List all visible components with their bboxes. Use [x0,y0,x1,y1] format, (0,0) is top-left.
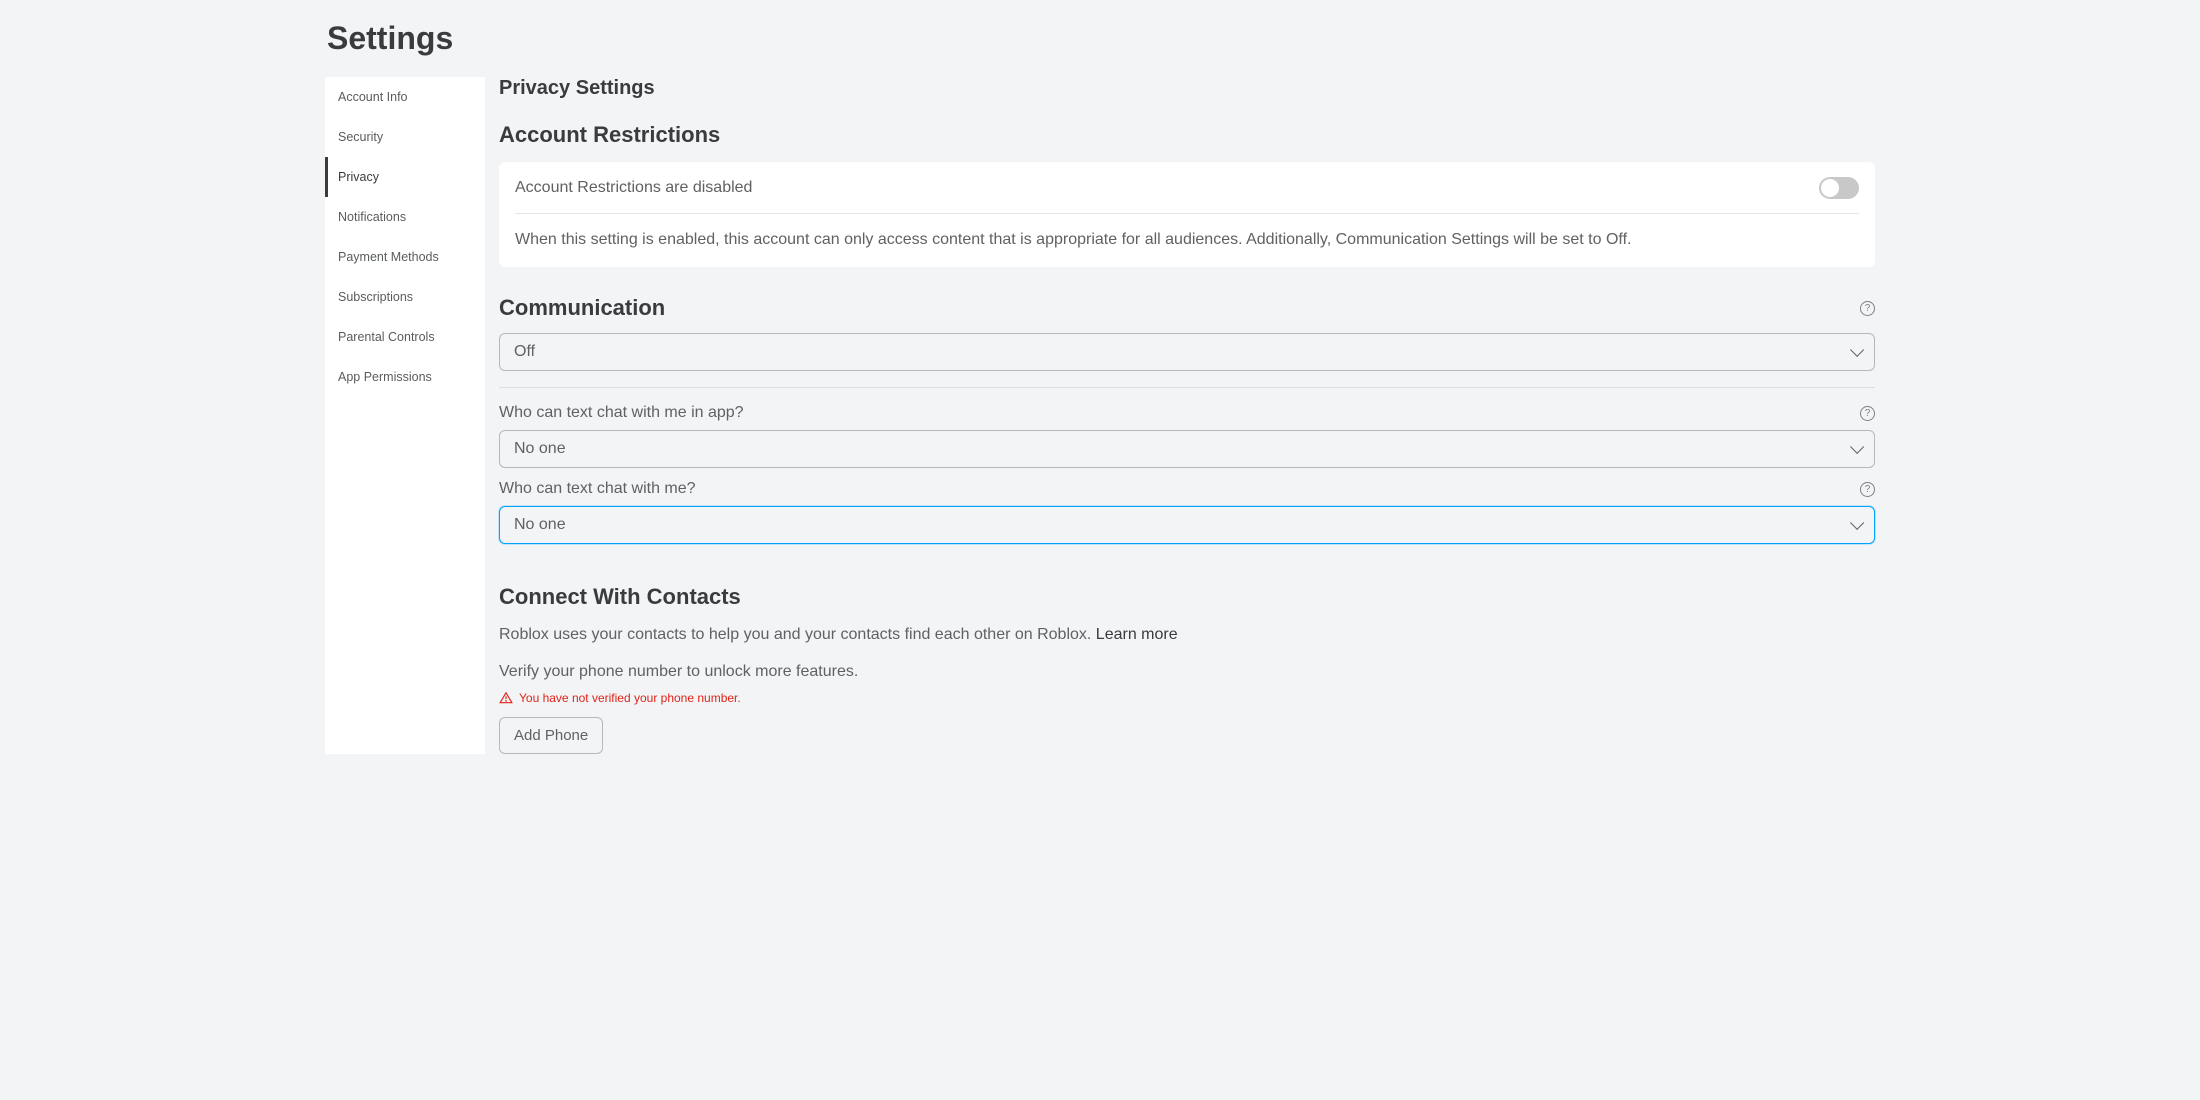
communication-select-value: Off [514,343,535,361]
q1-select[interactable]: No one [499,430,1875,468]
communication-title: Communication [499,295,665,321]
help-icon[interactable]: ? [1860,406,1875,421]
divider [499,387,1875,388]
restrictions-toggle[interactable] [1819,177,1859,199]
sidebar-item-app-permissions[interactable]: App Permissions [325,357,485,397]
sidebar-item-account-info[interactable]: Account Info [325,77,485,117]
sidebar-item-parental-controls[interactable]: Parental Controls [325,317,485,357]
sidebar-item-privacy[interactable]: Privacy [325,157,485,197]
restrictions-description: When this setting is enabled, this accou… [515,214,1859,267]
q2-select[interactable]: No one [499,506,1875,544]
account-restrictions-title: Account Restrictions [499,122,1875,148]
verify-text: Verify your phone number to unlock more … [499,663,1875,681]
contacts-title: Connect With Contacts [499,584,1875,610]
sidebar-item-security[interactable]: Security [325,117,485,157]
help-icon[interactable]: ? [1860,482,1875,497]
warning-text: You have not verified your phone number. [519,691,741,705]
q2-select-value: No one [514,516,566,534]
help-icon[interactable]: ? [1860,301,1875,316]
communication-select[interactable]: Off [499,333,1875,371]
warning-line: You have not verified your phone number. [499,691,1875,705]
sidebar-item-subscriptions[interactable]: Subscriptions [325,277,485,317]
chevron-down-icon [1850,440,1864,454]
q1-select-value: No one [514,440,566,458]
chevron-down-icon [1850,343,1864,357]
settings-content: Privacy Settings Account Restrictions Ac… [497,77,1875,754]
q1-label: Who can text chat with me in app? [499,404,744,422]
learn-more-link[interactable]: Learn more [1096,626,1178,643]
chevron-down-icon [1850,516,1864,530]
page-title: Settings [327,20,1875,57]
warning-icon [499,691,513,705]
q2-label: Who can text chat with me? [499,480,696,498]
add-phone-button[interactable]: Add Phone [499,717,603,754]
contacts-description: Roblox uses your contacts to help you an… [499,624,1875,646]
sidebar-item-notifications[interactable]: Notifications [325,197,485,237]
restrictions-toggle-label: Account Restrictions are disabled [515,179,752,197]
settings-sidebar: Account Info Security Privacy Notificati… [325,77,485,754]
content-heading: Privacy Settings [499,77,1875,100]
sidebar-item-payment-methods[interactable]: Payment Methods [325,237,485,277]
account-restrictions-card: Account Restrictions are disabled When t… [499,162,1875,267]
